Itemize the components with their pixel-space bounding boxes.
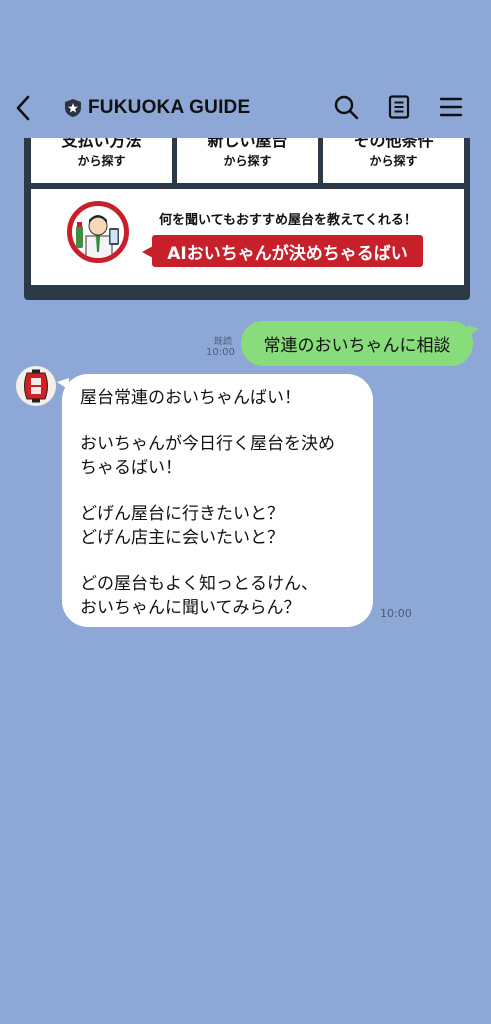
chevron-left-icon — [16, 95, 30, 121]
message-line: どの屋台もよく知っとるけん、 — [80, 574, 318, 594]
back-button[interactable] — [10, 93, 36, 123]
notes-button[interactable] — [384, 92, 414, 122]
banner-caption: 何を聞いてもおすすめ屋台を教えてくれる！ — [159, 213, 417, 228]
ojisan-character-icon — [76, 215, 119, 258]
message-line: どげん屋台に行きたいと？ — [80, 504, 284, 524]
yatai-lantern-icon — [24, 369, 48, 403]
ai-ojisan-pill: AIおいちゃんが決めちゃるばい — [142, 235, 423, 267]
outgoing-message-bubble[interactable]: 常連のおいちゃんに相談 — [241, 321, 479, 366]
hamburger-menu-icon — [439, 97, 463, 117]
button-sub-label: から探す — [369, 154, 418, 168]
chat-title-group: FUKUOKA GUIDE — [64, 93, 250, 123]
notes-icon — [388, 95, 410, 119]
chat-header: FUKUOKA GUIDE — [0, 78, 491, 138]
menu-button[interactable] — [436, 92, 466, 122]
ai-ojisan-banner[interactable]: 何を聞いてもおすすめ屋台を教えてくれる！ AIおいちゃんが決めちゃるばい — [31, 189, 464, 285]
read-receipt: 既読 — [214, 337, 233, 347]
outgoing-message-text: 常連のおいちゃんに相談 — [263, 336, 451, 356]
message-line: 屋台常連のおいちゃんばい！ — [80, 388, 301, 408]
search-icon — [334, 95, 359, 120]
button-sub-label: から探す — [77, 154, 126, 168]
rich-menu-card: 支払い方法 から探す 新しい屋台 から探す その他条件 から探す 何を聞いてもお… — [24, 120, 470, 300]
search-button[interactable] — [331, 92, 361, 122]
incoming-message-bubble[interactable]: 屋台常連のおいちゃんばい！ おいちゃんが今日行く屋台を決め ちゃるばい！ どげん… — [57, 374, 373, 627]
message-line: おいちゃんに聞いてみらん？ — [80, 598, 301, 618]
button-sub-label: から探す — [223, 154, 272, 168]
star-shield-icon — [65, 99, 81, 117]
chat-title: FUKUOKA GUIDE — [88, 97, 251, 118]
message-line: どげん店主に会いたいと？ — [80, 528, 284, 548]
ojisan-illustration — [67, 201, 129, 263]
message-line: ちゃるばい！ — [80, 458, 182, 478]
bot-avatar[interactable] — [16, 366, 56, 406]
incoming-timestamp: 10:00 — [380, 607, 412, 620]
outgoing-timestamp: 10:00 — [206, 347, 235, 358]
message-line: おいちゃんが今日行く屋台を決め — [80, 434, 335, 454]
